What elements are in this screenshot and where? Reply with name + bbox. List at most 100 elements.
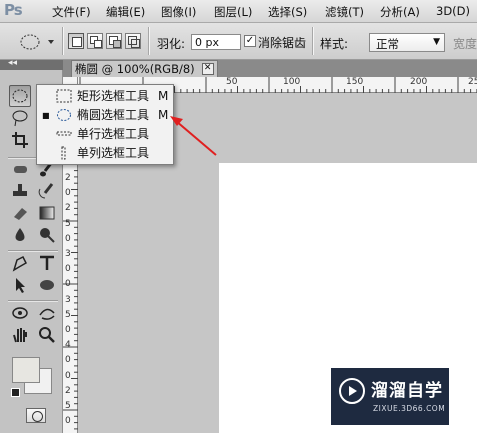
subtract-from-selection-button[interactable] (106, 33, 122, 49)
menu-3d[interactable]: 3D(D) (436, 4, 470, 18)
flyout-item-label: 椭圆选框工具 (77, 108, 150, 122)
magnifier-icon (39, 327, 55, 343)
flyout-item-elliptical-marquee[interactable]: ■ 椭圆选框工具 M (37, 106, 173, 125)
antialias-label: 消除锯齿 (258, 36, 307, 50)
flyout-item-single-row-marquee[interactable]: 单行选框工具 (37, 125, 173, 144)
chevron-down-icon: ▼ (433, 37, 440, 47)
elliptical-marquee-icon (12, 89, 28, 103)
clone-stamp-tool[interactable] (9, 181, 31, 203)
bandage-icon (14, 166, 27, 173)
lasso-tool[interactable] (9, 108, 31, 130)
3d-rotate-icon (12, 307, 28, 319)
flyout-item-rectangular-marquee[interactable]: 矩形选框工具 M (37, 87, 173, 106)
menu-image[interactable]: 图像(I) (161, 4, 196, 20)
divider (8, 250, 58, 251)
flyout-item-label: 单行选框工具 (77, 127, 150, 141)
3d-rotate-tool[interactable] (9, 303, 31, 325)
divider (8, 300, 58, 301)
ruler-label: 0 (65, 188, 71, 199)
style-select[interactable]: 正常 ▼ (369, 33, 445, 52)
dodge-tool[interactable] (36, 225, 58, 247)
style-label: 样式: (320, 37, 349, 51)
marquee-tool[interactable] (9, 85, 31, 107)
feather-input[interactable]: 0 px (191, 34, 241, 50)
flyout-item-single-column-marquee[interactable]: 单列选框工具 (37, 144, 173, 163)
ruler-label: 100 (283, 77, 301, 87)
hand-tool[interactable] (9, 325, 31, 347)
selected-bullet-icon: ■ (42, 111, 50, 120)
eraser-tool[interactable] (9, 203, 31, 225)
drop-icon (15, 228, 25, 241)
antialias-checkbox[interactable]: ✓ (244, 35, 256, 47)
width-label: 宽度 (453, 37, 477, 51)
ruler-label: 4 (65, 340, 71, 351)
flyout-item-label: 单列选框工具 (77, 146, 150, 160)
history-brush-icon (38, 183, 54, 199)
ruler-label: 3 (65, 249, 71, 259)
menu-bar: Ps 文件(F) 编辑(E) 图像(I) 图层(L) 选择(S) 滤镜(T) 分… (0, 0, 477, 23)
history-brush-tool[interactable] (36, 181, 58, 203)
ruler-label: 0 (65, 233, 71, 244)
gradient-tool[interactable] (36, 203, 58, 225)
watermark: 溜溜自学 ZIXUE.3D66.COM (331, 368, 449, 425)
lasso-icon (12, 110, 28, 127)
ruler-label: 0 (65, 279, 71, 290)
3d-orbit-tool[interactable] (36, 303, 58, 325)
quick-mask-icon (32, 411, 43, 422)
zoom-tool[interactable] (36, 325, 58, 347)
ellipse-shape-icon (40, 280, 54, 290)
ruler-label: 2 (65, 385, 71, 396)
style-select-value: 正常 (376, 37, 399, 51)
flyout-item-shortcut: M (158, 108, 169, 122)
crop-icon (12, 132, 28, 148)
ruler-label: 0 (65, 416, 71, 427)
ruler-label: 0 (65, 370, 71, 381)
ruler-label: 50 (226, 77, 238, 87)
new-selection-button[interactable] (68, 33, 84, 49)
menu-file[interactable]: 文件(F) (52, 4, 91, 20)
ruler-label: 2 (65, 203, 71, 214)
document-tab-bar: 椭圆 @ 100%(RGB/8) ✕ (63, 60, 477, 77)
watermark-subtitle: ZIXUE.3D66.COM (373, 404, 446, 413)
ruler-label: 2 (65, 173, 71, 183)
ruler-label: 0 (65, 264, 71, 275)
flyout-item-shortcut: M (158, 89, 169, 103)
path-selection-tool[interactable] (9, 275, 31, 297)
3d-orbit-icon (39, 308, 55, 320)
type-tool[interactable] (36, 253, 58, 275)
menu-analysis[interactable]: 分析(A) (380, 4, 420, 20)
tool-preset-picker[interactable] (17, 32, 57, 52)
menu-edit[interactable]: 编辑(E) (106, 4, 145, 20)
crop-tool[interactable] (9, 130, 31, 152)
pen-tool[interactable] (9, 253, 31, 275)
foreground-color-swatch[interactable] (12, 357, 40, 383)
ruler-label: 0 (65, 355, 71, 366)
marquee-tool-flyout: 矩形选框工具 M ■ 椭圆选框工具 M 单行选框工具 单列选框工具 (36, 84, 174, 165)
divider (312, 27, 313, 55)
quick-mask-button[interactable] (26, 408, 46, 423)
ruler-label: 0 (65, 325, 71, 335)
pen-icon (12, 255, 27, 272)
toolbox-header[interactable]: ◂◂ (0, 58, 63, 70)
ruler-label: 250 (468, 77, 477, 87)
ruler-label: 150 (346, 77, 364, 87)
hand-icon (13, 328, 27, 343)
shape-tool[interactable] (36, 275, 58, 297)
add-to-selection-button[interactable] (87, 33, 103, 49)
menu-select[interactable]: 选择(S) (268, 4, 307, 20)
watermark-title: 溜溜自学 (371, 381, 443, 401)
menu-filter[interactable]: 滤镜(T) (325, 4, 364, 20)
single-column-marquee-icon (61, 146, 66, 160)
rectangular-marquee-icon (56, 89, 72, 103)
document-tab[interactable]: 椭圆 @ 100%(RGB/8) ✕ (71, 60, 218, 77)
menu-layer[interactable]: 图层(L) (214, 4, 252, 20)
stamp-icon (13, 184, 27, 196)
intersect-selection-button[interactable] (125, 33, 141, 49)
close-icon[interactable]: ✕ (201, 63, 214, 75)
single-row-marquee-icon (56, 131, 72, 136)
ruler-label: 200 (410, 77, 428, 87)
blur-tool[interactable] (9, 225, 31, 247)
collapse-icon[interactable]: ◂◂ (8, 58, 17, 68)
spot-healing-tool[interactable] (9, 159, 31, 181)
default-colors-icon[interactable] (11, 388, 20, 397)
